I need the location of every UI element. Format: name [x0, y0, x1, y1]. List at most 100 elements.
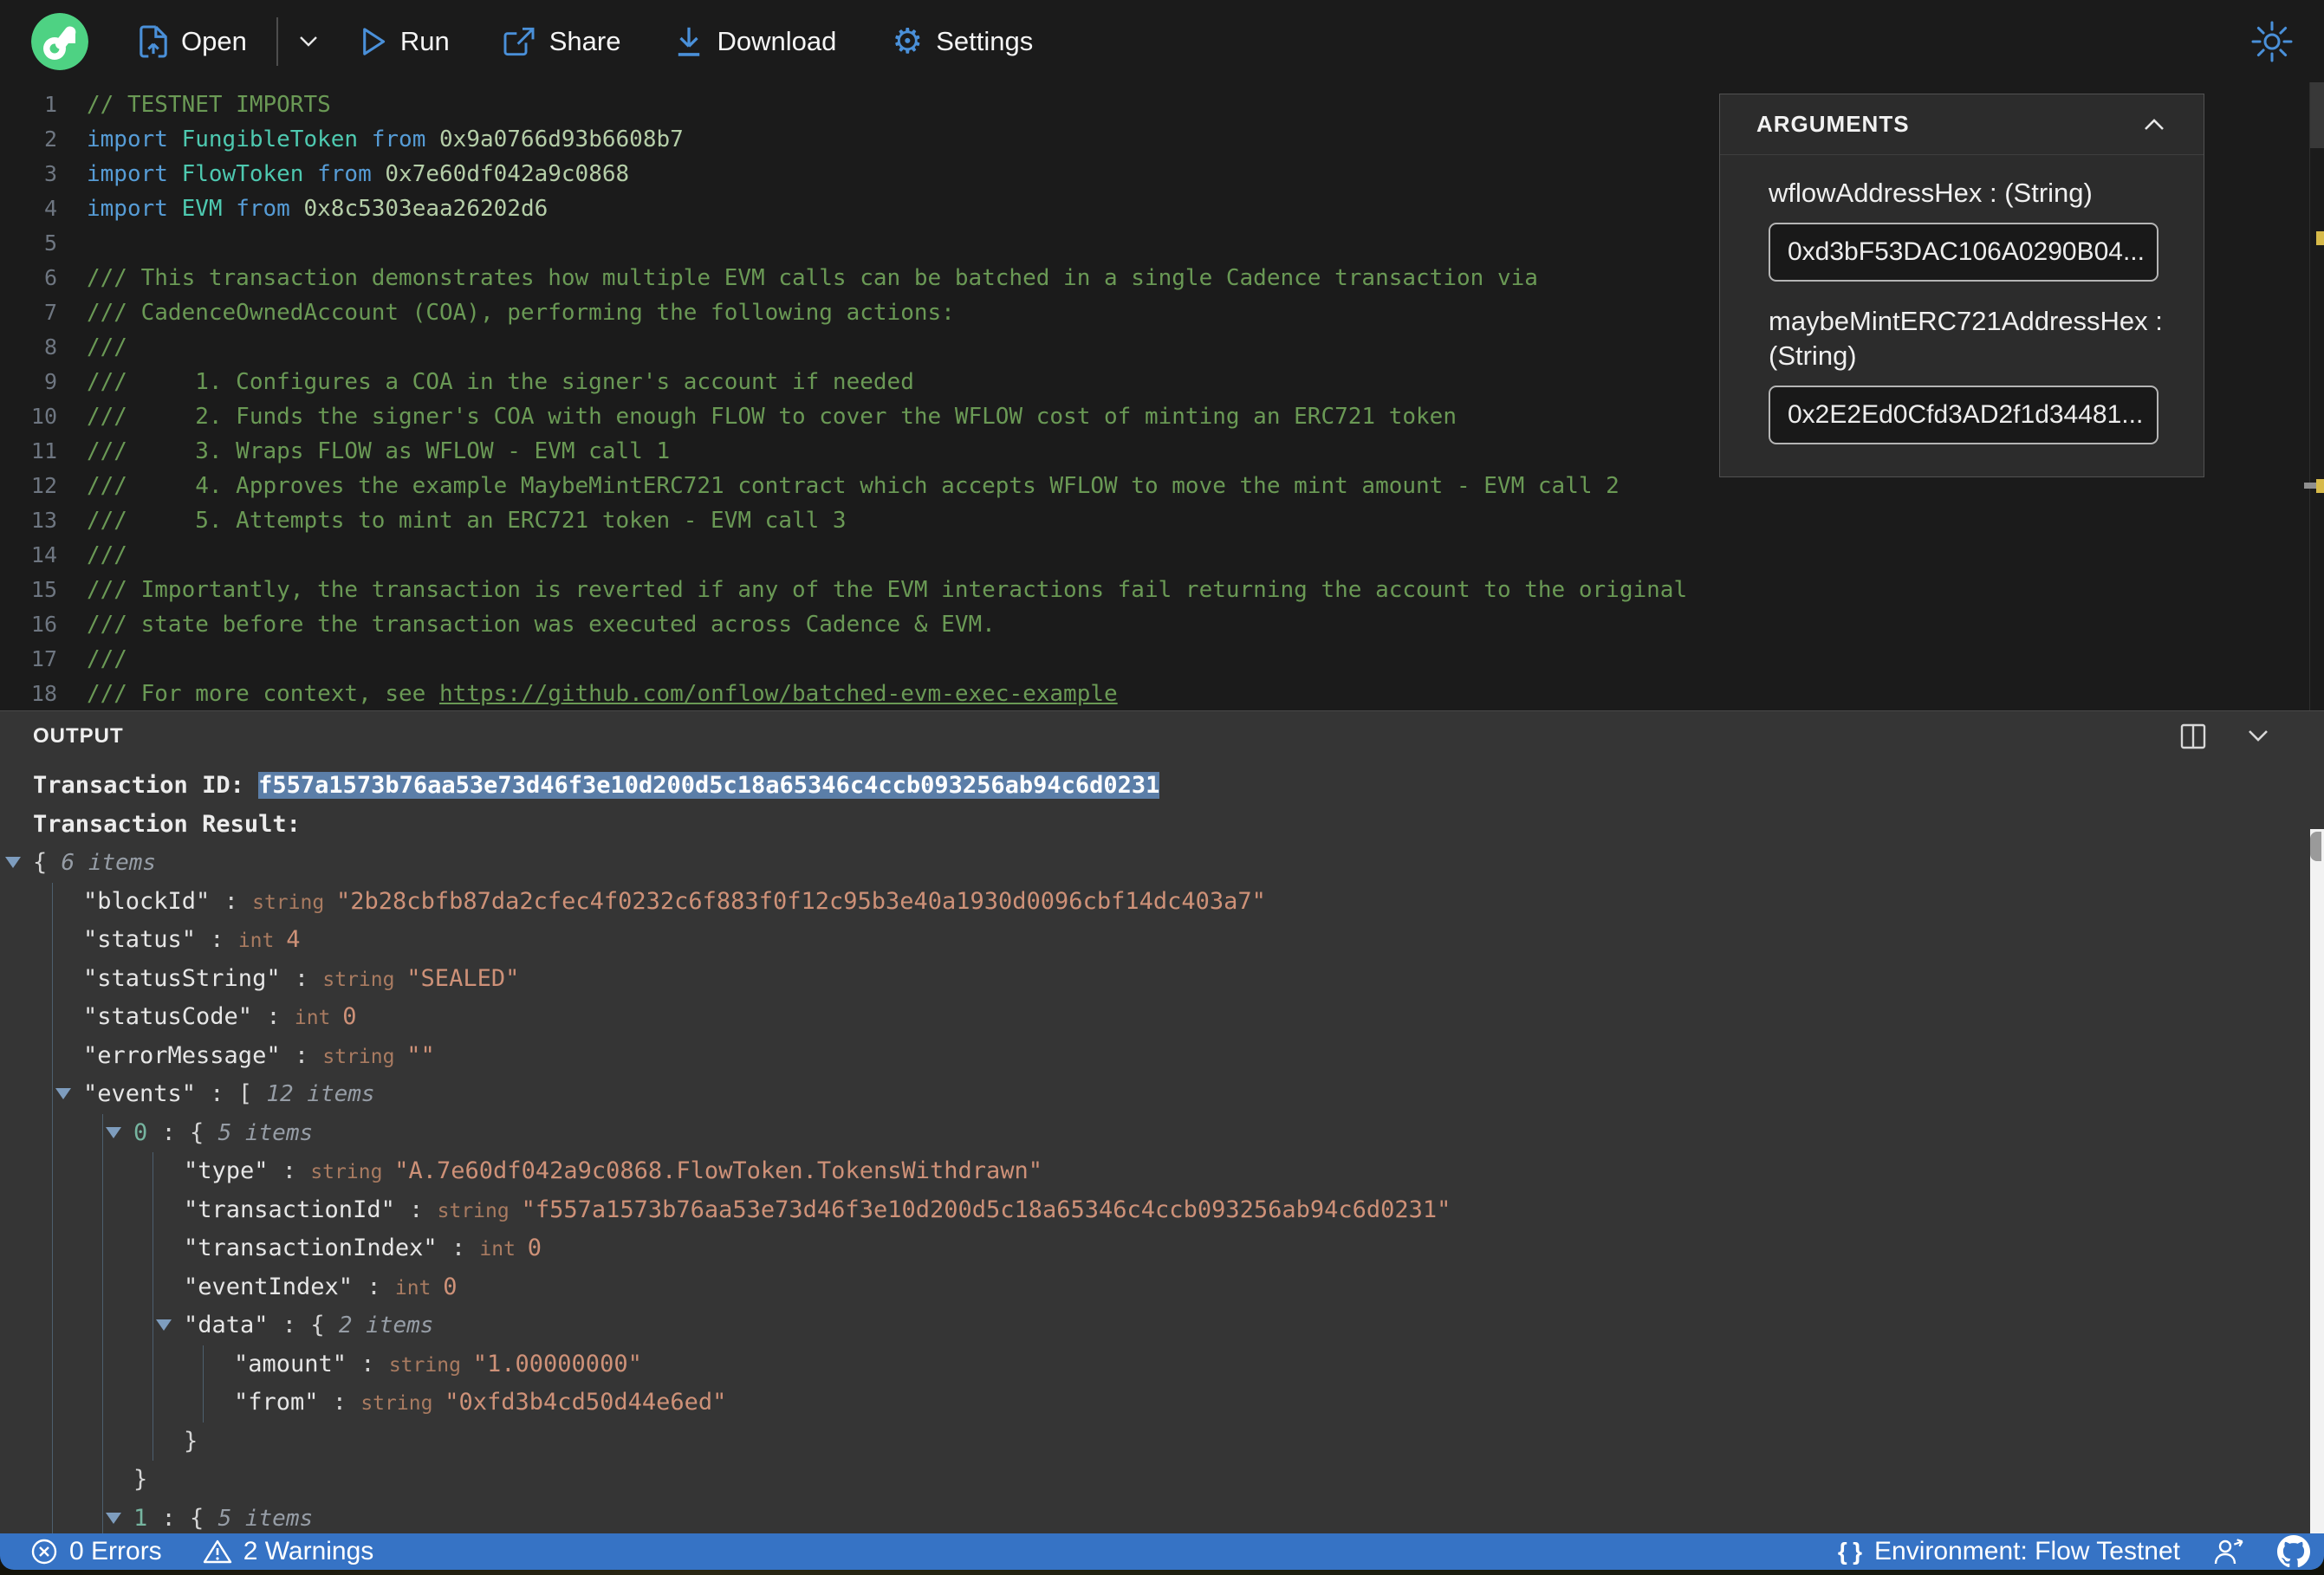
output-tree-row: "status" : int 4: [0, 921, 2324, 960]
code-text: /// CadenceOwnedAccount (COA), performin…: [87, 300, 955, 326]
output-tree-row: "eventIndex" : int 0: [0, 1267, 2324, 1306]
arguments-body: wflowAddressHex : (String) 0xd3bF53DAC10…: [1720, 155, 2204, 444]
warning-marker: [2316, 479, 2324, 493]
output-tree-row: "statusCode" : int 0: [0, 998, 2324, 1037]
share-button[interactable]: Share: [502, 25, 620, 58]
output-scrollbar[interactable]: [2310, 829, 2324, 1533]
output-tree-row: 0 : { 5 items: [0, 1113, 2324, 1152]
line-number: 13: [30, 508, 57, 533]
split-view-icon[interactable]: [2180, 723, 2206, 749]
code-text: /// 1. Configures a COA in the signer's …: [87, 369, 914, 395]
download-button[interactable]: Download: [674, 25, 836, 58]
collapse-chevron-up-icon[interactable]: [2139, 115, 2169, 134]
feedback-person-icon[interactable]: [2211, 1536, 2246, 1567]
code-text: import EVM from 0x8c5303eaa26202d6: [87, 196, 549, 222]
line-number: 18: [30, 681, 57, 706]
warning-icon: [203, 1539, 231, 1564]
run-label: Run: [399, 25, 450, 56]
line-number: 17: [30, 646, 57, 671]
output-tree-row: }: [0, 1461, 2324, 1500]
share-icon: [503, 27, 535, 55]
arguments-header: ARGUMENTS: [1720, 94, 2204, 155]
code-text: /// 3. Wraps FLOW as WFLOW - EVM call 1: [87, 438, 671, 464]
open-dropdown-button[interactable]: [295, 33, 321, 50]
collapse-output-chevron-icon[interactable]: [2244, 728, 2272, 745]
tree-toggle-icon[interactable]: [106, 1126, 121, 1138]
warnings-label: 2 Warnings: [243, 1537, 374, 1565]
scroll-position-marker: [2304, 483, 2316, 489]
code-text: /// 4. Approves the example MaybeMintERC…: [87, 473, 1620, 499]
errors-label: 0 Errors: [69, 1537, 162, 1565]
line-number: 2: [43, 126, 57, 152]
transaction-result-row: Transaction Result:: [0, 806, 2324, 845]
code-text: /// Importantly, the transaction is reve…: [87, 577, 1688, 603]
tree-toggle-icon[interactable]: [106, 1512, 121, 1524]
line-number: 4: [43, 196, 57, 221]
output-body: Transaction ID: f557a1573b76aa53e73d46f3…: [0, 762, 2324, 1533]
code-link[interactable]: https://github.com/onflow/batched-evm-ex…: [439, 681, 1118, 707]
line-number: 15: [30, 577, 57, 602]
environment-status[interactable]: { } Environment: Flow Testnet: [1838, 1537, 2180, 1566]
line-number: 11: [30, 438, 57, 463]
arguments-panel: ARGUMENTS wflowAddressHex : (String) 0xd…: [1719, 94, 2204, 477]
code-text: /// For more context, see https://github…: [87, 681, 1118, 707]
line-number: 14: [30, 542, 57, 567]
settings-button[interactable]: ⚙ Settings: [892, 24, 1033, 59]
open-file-icon: [140, 24, 167, 58]
code-text: ///: [87, 542, 127, 568]
transaction-id-label: Transaction ID:: [33, 772, 259, 799]
output-tree-row: "type" : string "A.7e60df042a9c0868.Flow…: [0, 1152, 2324, 1191]
code-line: 18 /// For more context, see https://gith…: [0, 677, 2324, 710]
code-text: import FlowToken from 0x7e60df042a9c0868: [87, 161, 630, 187]
theme-toggle-sun-icon[interactable]: [2249, 19, 2295, 64]
output-tree-row: "amount" : string "1.00000000": [0, 1345, 2324, 1384]
line-number: 9: [43, 369, 57, 394]
warning-marker: [2316, 231, 2324, 245]
code-text: /// This transaction demonstrates how mu…: [87, 265, 1538, 291]
tree-toggle-icon[interactable]: [5, 857, 21, 868]
environment-label: Environment: Flow Testnet: [1874, 1537, 2180, 1565]
output-scrollbar-thumb[interactable]: [2310, 832, 2321, 861]
argument-input-wflow[interactable]: 0xd3bF53DAC106A0290B04...: [1769, 223, 2158, 282]
output-tree-row: }: [0, 1422, 2324, 1461]
run-button[interactable]: Run: [360, 26, 450, 57]
line-number: 10: [30, 404, 57, 429]
line-number: 1: [43, 92, 57, 117]
code-line: 16 /// state before the transaction was e…: [0, 607, 2324, 642]
editor-overview-ruler[interactable]: [2304, 82, 2324, 710]
status-bar: 0 Errors 2 Warnings { } Environment: Flo…: [0, 1533, 2324, 1570]
line-number: 6: [43, 265, 57, 290]
line-number: 8: [43, 334, 57, 360]
arguments-title: ARGUMENTS: [1756, 111, 1910, 137]
line-number: 16: [30, 612, 57, 637]
output-title: OUTPUT: [33, 724, 124, 748]
toolbar-separator: [276, 16, 278, 66]
output-tree-row: "events" : [ 12 items: [0, 1075, 2324, 1114]
tree-toggle-icon[interactable]: [156, 1319, 172, 1331]
warnings-status[interactable]: 2 Warnings: [202, 1537, 374, 1566]
toolbar: Open Run Share Download ⚙ Settings: [0, 0, 2324, 82]
editor-scrollbar-thumb[interactable]: [2310, 82, 2324, 148]
gear-icon: ⚙: [892, 21, 924, 62]
play-icon: [363, 27, 385, 55]
errors-status[interactable]: 0 Errors: [29, 1537, 162, 1566]
transaction-result-label: Transaction Result:: [33, 810, 301, 838]
github-icon[interactable]: [2277, 1535, 2310, 1568]
settings-label: Settings: [936, 25, 1034, 56]
line-number: 3: [43, 161, 57, 186]
output-panel: OUTPUT Transaction ID: f557a1573b76aa53e…: [0, 710, 2324, 1533]
output-tree-row: "errorMessage" : string "": [0, 1036, 2324, 1075]
transaction-id-value[interactable]: f557a1573b76aa53e73d46f3e10d200d5c18a653…: [258, 772, 1160, 799]
output-tree-row: "transactionId" : string "f557a1573b76aa…: [0, 1190, 2324, 1229]
code-text: ///: [87, 646, 127, 672]
output-tree-row: { 6 items: [0, 844, 2324, 883]
flow-logo-icon: [31, 12, 88, 70]
output-tree-row: "blockId" : string "2b28cbfb87da2cfec4f0…: [0, 882, 2324, 921]
output-tree-row: "transactionIndex" : int 0: [0, 1229, 2324, 1268]
tree-toggle-icon[interactable]: [55, 1088, 71, 1099]
output-tree-row: "from" : string "0xfd3b4cd50d44e6ed": [0, 1384, 2324, 1423]
argument-label-wflow: wflowAddressHex : (String): [1769, 178, 2093, 208]
open-button[interactable]: Open: [139, 24, 247, 59]
code-line: 14 ///: [0, 538, 2324, 573]
argument-input-maybemint[interactable]: 0x2E2Ed0Cfd3AD2f1d34481...: [1769, 386, 2158, 444]
